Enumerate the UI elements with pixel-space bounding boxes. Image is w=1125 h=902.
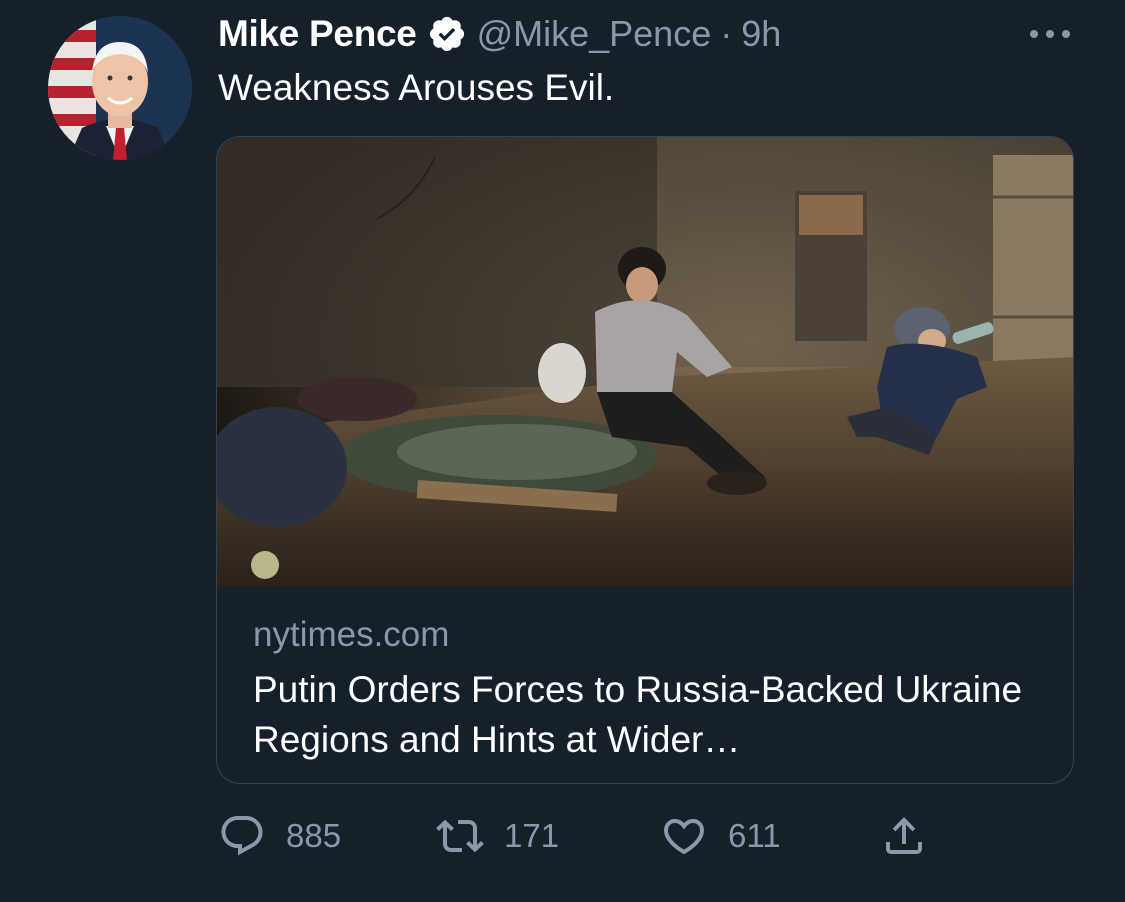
retweet-button[interactable]: 171 bbox=[436, 812, 559, 860]
heart-icon bbox=[660, 812, 708, 860]
card-title: Putin Orders Forces to Russia-Backed Ukr… bbox=[253, 669, 1023, 760]
card-domain: nytimes.com bbox=[253, 615, 450, 654]
retweet-icon bbox=[436, 812, 484, 860]
retweet-count: 171 bbox=[504, 817, 560, 854]
like-count: 611 bbox=[728, 817, 781, 854]
reply-count: 885 bbox=[286, 817, 342, 854]
author-handle[interactable]: @Mike_Pence bbox=[477, 13, 712, 55]
tweet-text: Weakness Arouses Evil. bbox=[218, 67, 615, 108]
separator-dot: · bbox=[720, 13, 733, 54]
tweet: Mike Pence @Mike_Pence · 9h Weakness Aro… bbox=[0, 0, 1125, 902]
avatar[interactable] bbox=[48, 16, 192, 160]
share-button[interactable] bbox=[880, 812, 928, 860]
more-options-icon[interactable] bbox=[1026, 22, 1074, 46]
tweet-header: Mike Pence @Mike_Pence · 9h bbox=[218, 10, 781, 58]
verified-badge-icon bbox=[427, 14, 467, 54]
link-card[interactable]: nytimes.com Putin Orders Forces to Russi… bbox=[216, 136, 1074, 784]
share-icon bbox=[880, 812, 928, 860]
like-button[interactable]: 611 bbox=[660, 812, 781, 860]
reply-button[interactable]: 885 bbox=[218, 812, 341, 860]
reply-icon bbox=[218, 812, 266, 860]
author-name[interactable]: Mike Pence bbox=[218, 13, 417, 55]
timestamp[interactable]: 9h bbox=[741, 13, 781, 55]
article-photo bbox=[217, 137, 1073, 587]
profile-photo bbox=[48, 16, 192, 160]
